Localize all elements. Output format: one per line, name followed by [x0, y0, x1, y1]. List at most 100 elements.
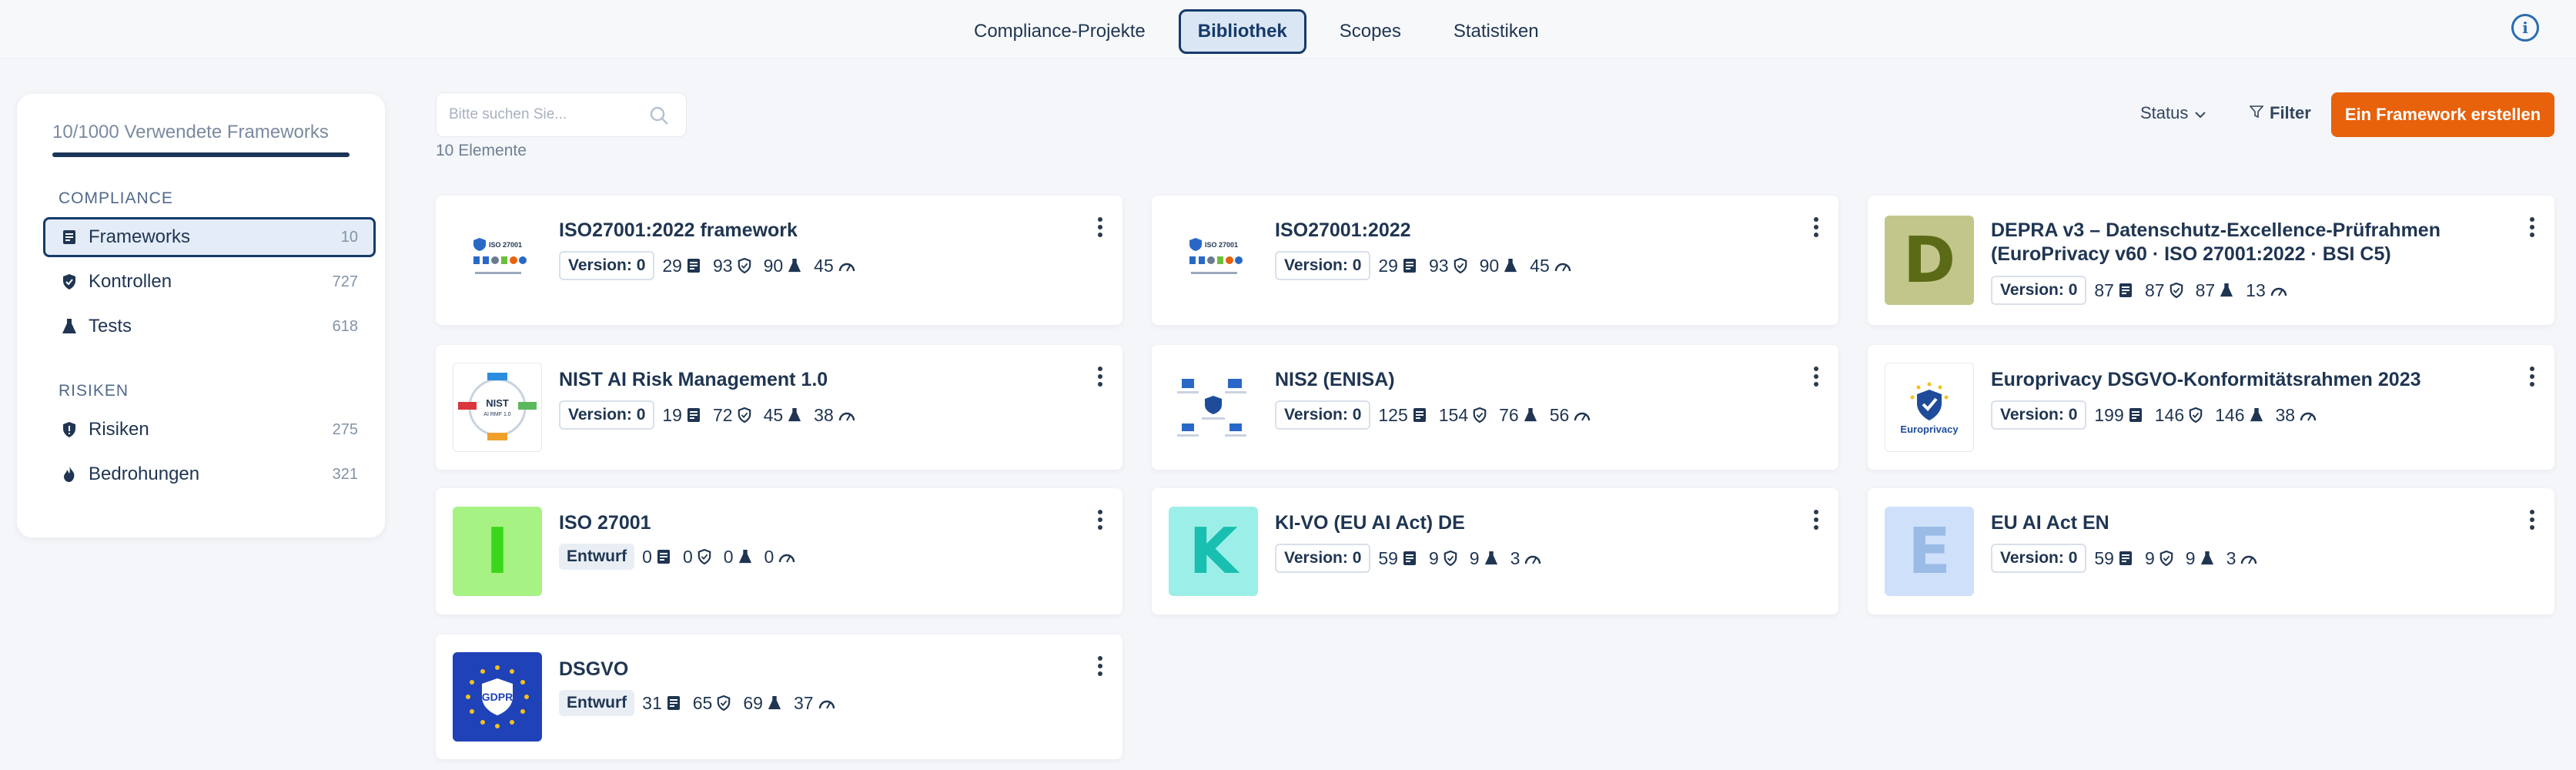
metric-value: 3 — [1510, 547, 1521, 568]
framework-meta: Version: 0 87 87 87 13 — [1991, 276, 2292, 305]
shield-icon — [717, 695, 731, 711]
element-count: 10 Elemente — [436, 142, 527, 159]
framework-title[interactable]: NIS2 (ENISA) — [1275, 368, 1395, 392]
more-options-icon[interactable] — [1096, 656, 1104, 679]
framework-meta: Entwurf 31 65 69 37 — [559, 690, 840, 716]
filter-button[interactable]: Filter — [2249, 103, 2311, 123]
flask-icon — [2220, 283, 2233, 298]
shield-icon — [1473, 407, 1487, 423]
metric-risk: 45 — [1530, 256, 1571, 276]
framework-card[interactable]: ISO 27001 ISO27001:2022 framework Version:… — [436, 196, 1122, 325]
more-options-icon[interactable] — [1812, 217, 1820, 240]
sidebar-item-count: 321 — [332, 465, 358, 483]
tab-bibliothek[interactable]: Bibliothek — [1178, 9, 1306, 54]
search-icon[interactable] — [649, 105, 669, 129]
sidebar-item-label: Kontrollen — [89, 271, 172, 292]
document-icon — [687, 407, 701, 423]
framework-card[interactable]: E EU AI Act EN Version: 0 59 9 9 3 — [1868, 488, 2554, 614]
more-options-icon[interactable] — [2528, 510, 2536, 533]
framework-title[interactable]: ISO27001:2022 framework — [559, 219, 798, 243]
framework-meta: Version: 0 29 93 90 45 — [559, 251, 860, 280]
status-dropdown[interactable]: Status — [2140, 103, 2206, 123]
more-options-icon[interactable] — [2528, 367, 2536, 390]
sidebar-item-kontrollen[interactable]: Kontrollen 727 — [43, 262, 376, 302]
framework-title-line: ISO27001:2022 — [1275, 219, 1411, 241]
sidebar-item-frameworks[interactable]: Frameworks 10 — [43, 217, 376, 257]
framework-card[interactable]: NIS2 (ENISA) Version: 0 125 154 76 56 — [1152, 345, 1838, 470]
framework-title[interactable]: NIST AI Risk Management 1.0 — [559, 368, 828, 392]
metric-value: 125 — [1378, 404, 1408, 425]
gauge-icon — [2300, 408, 2317, 422]
sidebar: 10/1000 Verwendete Frameworks COMPLIANCE… — [17, 94, 385, 537]
metric-value: 87 — [2144, 280, 2165, 300]
metric-controls: 65 — [693, 693, 731, 714]
metric-tests: 87 — [2196, 280, 2234, 301]
flask-icon — [2200, 551, 2214, 566]
metric-requirements: 0 — [642, 547, 671, 567]
sidebar-item-count: 727 — [332, 273, 358, 290]
framework-thumbnail: I — [453, 507, 542, 596]
info-icon[interactable]: i — [2511, 14, 2539, 42]
more-options-icon[interactable] — [1812, 367, 1820, 390]
framework-title[interactable]: Europrivacy DSGVO-Konformitätsrahmen 202… — [1991, 368, 2421, 392]
sidebar-item-bedrohungen[interactable]: Bedrohungen 321 — [43, 454, 376, 494]
more-options-icon[interactable] — [1812, 510, 1820, 533]
gauge-icon — [2240, 551, 2257, 565]
framework-title[interactable]: KI-VO (EU AI Act) DE — [1275, 511, 1465, 535]
framework-meta: Version: 0 59 9 9 3 — [1991, 544, 2262, 573]
more-options-icon[interactable] — [1096, 510, 1104, 533]
metric-value: 59 — [2094, 547, 2114, 568]
framework-title[interactable]: ISO27001:2022 — [1275, 219, 1411, 243]
framework-card[interactable]: ISO 27001 ISO27001:2022 Version: 0 29 93 90 45 — [1152, 196, 1838, 325]
metric-value: 19 — [662, 404, 682, 425]
search-input[interactable] — [437, 93, 637, 136]
sidebar-item-risiken[interactable]: Risiken 275 — [43, 410, 376, 450]
framework-title-line: (EuroPrivacy v60 · ISO 27001:2022 · BSI … — [1991, 243, 2391, 265]
framework-title[interactable]: EU AI Act EN — [1991, 511, 2109, 535]
framework-card[interactable]: I ISO 27001 Entwurf 0 0 0 0 — [436, 488, 1122, 614]
metric-value: 93 — [712, 255, 733, 276]
framework-title[interactable]: ISO 27001 — [559, 511, 651, 535]
metric-value: 146 — [2154, 404, 2185, 425]
metric-value: 45 — [763, 404, 784, 425]
metric-risk: 56 — [1550, 405, 1591, 426]
europrivacy-logo: Europrivacy — [1885, 363, 1974, 452]
metric-value: 76 — [1499, 404, 1519, 425]
framework-card[interactable]: GDPR DSGVO Entwurf 31 65 69 37 — [436, 634, 1122, 759]
tab-compliance-projekte[interactable]: Compliance-Projekte — [955, 9, 1165, 54]
version-badge: Version: 0 — [1275, 400, 1371, 430]
version-badge: Version: 0 — [1991, 276, 2087, 305]
more-options-icon[interactable] — [1096, 217, 1104, 240]
metric-value: 199 — [2094, 404, 2124, 425]
framework-card[interactable]: D DEPRA v3 – Datenschutz-Excellence-Prüfr… — [1868, 196, 2554, 325]
metric-requirements: 19 — [662, 405, 701, 426]
framework-title-line: EU AI Act EN — [1991, 512, 2109, 534]
framework-icon — [61, 229, 78, 246]
metric-risk: 38 — [2276, 405, 2317, 426]
metric-controls: 93 — [1429, 256, 1467, 276]
framework-usage-bar — [52, 152, 350, 157]
framework-card[interactable]: K KI-VO (EU AI Act) DE Version: 0 59 9 9 3 — [1152, 488, 1838, 614]
metric-risk: 3 — [1510, 548, 1542, 569]
metric-tests: 90 — [764, 256, 802, 276]
framework-card[interactable]: NIST AI RMF 1.0 NIST AI Risk Management 1.… — [436, 345, 1122, 470]
tab-scopes[interactable]: Scopes — [1320, 9, 1420, 54]
metric-tests: 90 — [1480, 256, 1518, 276]
flask-icon — [2250, 407, 2263, 423]
version-badge: Version: 0 — [559, 400, 655, 430]
framework-title[interactable]: DSGVO — [559, 658, 628, 681]
more-options-icon[interactable] — [1096, 367, 1104, 390]
tab-statistiken[interactable]: Statistiken — [1434, 9, 1558, 54]
framework-title[interactable]: DEPRA v3 – Datenschutz-Excellence-Prüfra… — [1991, 219, 2441, 266]
shield-icon — [1444, 551, 1457, 566]
gauge-icon — [818, 696, 835, 710]
sidebar-item-tests[interactable]: Tests 618 — [43, 306, 376, 346]
shield-icon — [738, 407, 751, 423]
metric-controls: 93 — [713, 256, 751, 276]
sidebar-item-count: 10 — [340, 228, 358, 246]
framework-card[interactable]: Europrivacy Europrivacy DSGVO-Konformität… — [1868, 345, 2554, 470]
more-options-icon[interactable] — [2528, 217, 2536, 240]
create-framework-button[interactable]: Ein Framework erstellen — [2331, 92, 2554, 137]
flask-icon — [61, 318, 78, 335]
framework-thumbnail: D — [1885, 216, 1974, 305]
